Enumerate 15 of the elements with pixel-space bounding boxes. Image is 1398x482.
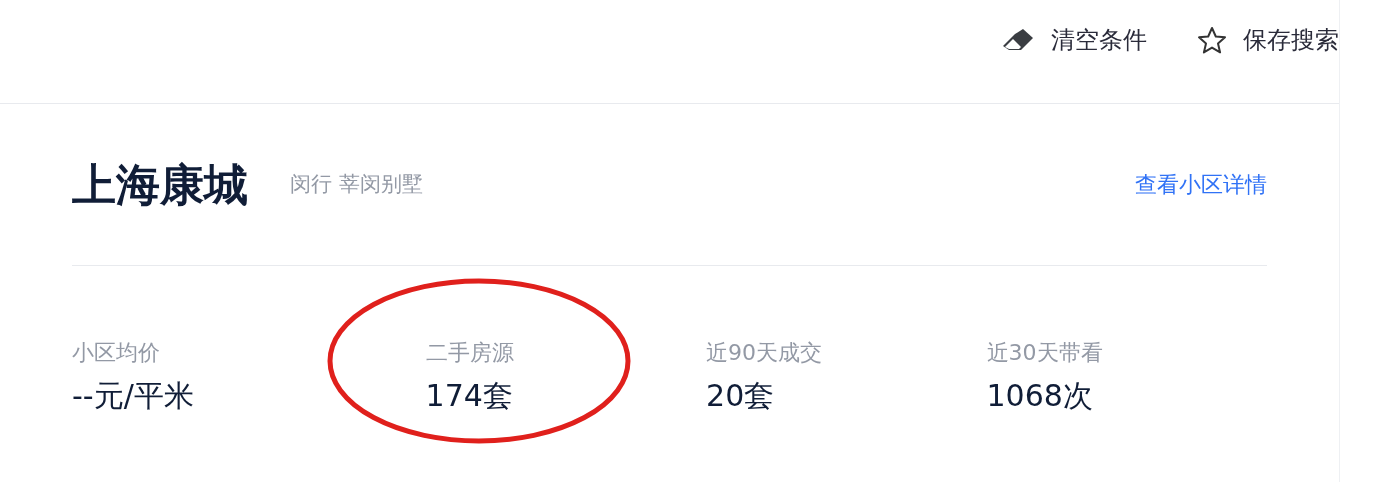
community-name: 上海康城: [72, 157, 248, 212]
clear-filters-button[interactable]: 清空条件: [1001, 22, 1147, 58]
stat-value: 174套: [425, 377, 513, 415]
eraser-icon: [1001, 28, 1035, 52]
detail-link[interactable]: 查看小区详情: [1135, 168, 1267, 201]
stat-label: 二手房源: [425, 339, 514, 367]
stat-value: 20套: [706, 377, 775, 415]
star-icon: [1197, 26, 1227, 54]
stat-label: 近30天带看: [986, 339, 1103, 367]
stat-value: --元/平米: [72, 377, 194, 415]
community-location: 闵行 莘闵别墅: [290, 170, 423, 198]
stat-label: 小区均价: [72, 339, 160, 367]
stat-label: 近90天成交: [706, 339, 823, 367]
save-search-button[interactable]: 保存搜索: [1197, 22, 1339, 58]
stat-value: 1068次: [986, 377, 1093, 415]
